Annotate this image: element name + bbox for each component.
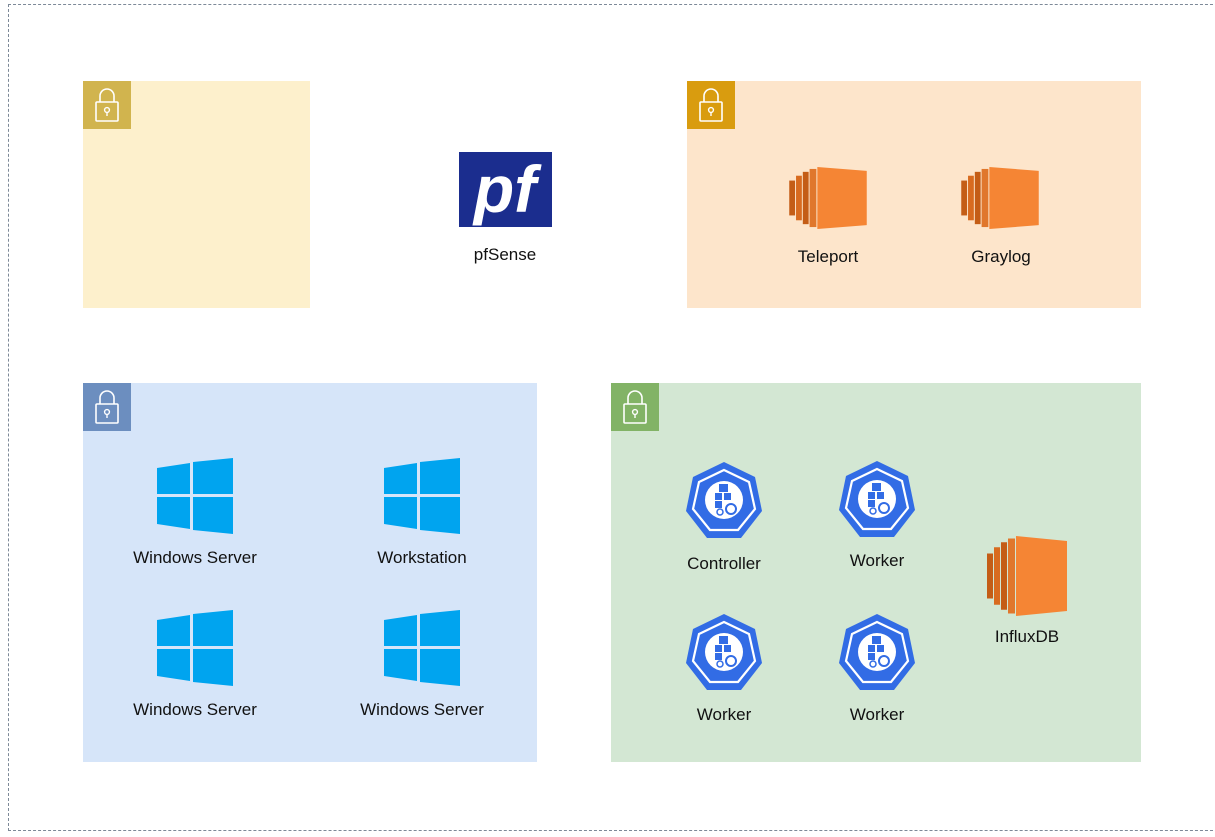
kubernetes-node-icon — [684, 612, 764, 692]
lock-icon — [687, 81, 735, 129]
windows-icon — [384, 610, 460, 686]
kubernetes-node-icon — [837, 459, 917, 539]
controller-label: Controller — [687, 554, 761, 573]
ec2-instance-icon — [961, 167, 1039, 229]
teleport-label: Teleport — [797, 247, 859, 266]
worker-label: Worker — [696, 705, 752, 724]
windows-server-label: Windows Server — [133, 700, 257, 719]
security-zone-orange — [687, 81, 1141, 308]
kubernetes-node-icon — [837, 612, 917, 692]
worker-label: Worker — [849, 705, 905, 724]
windows-icon — [157, 610, 233, 686]
workstation-label: Workstation — [377, 548, 467, 567]
worker-label: Worker — [849, 551, 905, 570]
lock-icon — [83, 383, 131, 431]
influxdb-label: InfluxDB — [994, 627, 1060, 646]
windows-icon — [157, 458, 233, 534]
graylog-label: Graylog — [971, 247, 1031, 266]
lock-icon — [83, 81, 131, 129]
windows-server-label: Windows Server — [133, 548, 257, 567]
kubernetes-node-icon — [684, 460, 764, 540]
ec2-instance-icon — [987, 536, 1067, 616]
pfsense-label: pfSense — [473, 245, 537, 264]
svg-text:pf: pf — [472, 152, 542, 226]
lock-icon — [611, 383, 659, 431]
windows-server-label: Windows Server — [360, 700, 484, 719]
ec2-instance-icon — [789, 167, 867, 229]
windows-icon — [384, 458, 460, 534]
pfsense-logo-icon: pf — [459, 152, 552, 227]
security-zone-yellow — [83, 81, 310, 308]
